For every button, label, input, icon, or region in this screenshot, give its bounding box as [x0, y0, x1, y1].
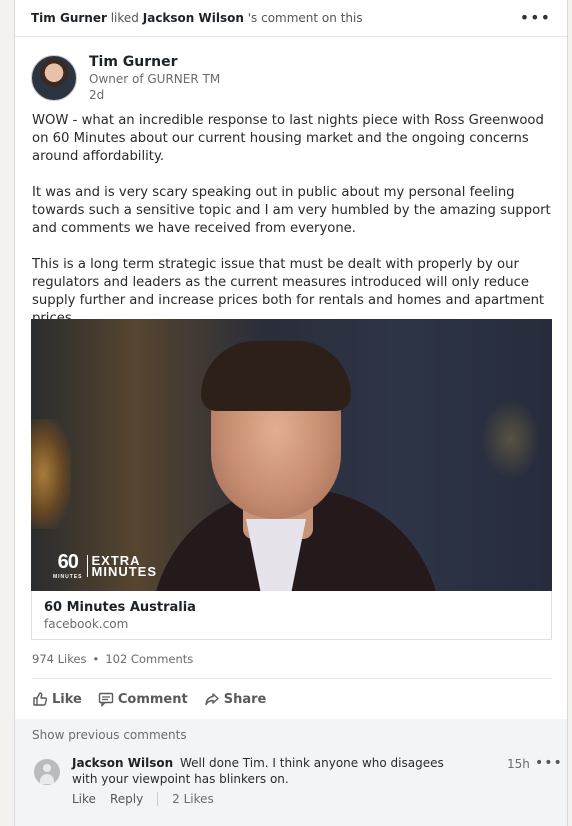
sixty-minutes-extra-logo: 60 MINUTES EXTRA MINUTES: [53, 551, 157, 580]
video-thumbnail[interactable]: 60 MINUTES EXTRA MINUTES: [31, 319, 552, 591]
share-label: Share: [223, 691, 267, 707]
post-timestamp: 2d: [89, 88, 105, 102]
share-icon: [205, 693, 219, 706]
divider: [32, 678, 552, 679]
commenter-avatar[interactable]: [34, 759, 60, 785]
post-paragraph: WOW - what an incredible response to las…: [32, 113, 544, 164]
link-domain: facebook.com: [44, 617, 129, 631]
author-headline: Owner of GURNER TM: [89, 72, 221, 86]
comment-item: Jackson Wilson Well done Tim. I think an…: [72, 755, 472, 787]
author-name[interactable]: Tim Gurner: [89, 53, 220, 71]
like-label: Like: [52, 691, 82, 707]
comment-icon: [98, 692, 114, 707]
more-options-icon[interactable]: •••: [520, 10, 551, 26]
person-icon: [43, 764, 51, 772]
social-actions: Like Comment Share: [32, 688, 266, 710]
activity-header: Tim Gurner liked Jackson Wilson 's comme…: [15, 0, 567, 37]
feed-card: Tim Gurner liked Jackson Wilson 's comme…: [14, 0, 568, 826]
divider: [157, 792, 159, 806]
comment-likes-count[interactable]: 2 Likes: [172, 792, 214, 806]
comment-button[interactable]: Comment: [98, 688, 188, 710]
link-title: 60 Minutes Australia: [44, 600, 196, 615]
likes-count[interactable]: 974 Likes: [32, 652, 87, 666]
comments-section: Show previous comments Jackson Wilson We…: [15, 719, 567, 826]
post-text: WOW - what an incredible response to las…: [32, 112, 554, 328]
comment-like-button[interactable]: Like: [72, 792, 96, 806]
activity-actor[interactable]: Tim Gurner: [31, 11, 107, 25]
more-options-icon[interactable]: •••: [535, 755, 563, 771]
comment-label: Comment: [117, 691, 188, 707]
comments-count[interactable]: 102 Comments: [105, 652, 193, 666]
like-button[interactable]: Like: [32, 688, 82, 710]
comment-author[interactable]: Jackson Wilson: [72, 756, 173, 770]
comment-reply-button[interactable]: Reply: [110, 792, 143, 806]
thumbs-up-icon: [33, 692, 48, 706]
activity-verb: liked: [110, 11, 139, 25]
social-counts: 974 Likes • 102 Comments: [32, 652, 193, 666]
activity-target[interactable]: Jackson Wilson: [143, 11, 244, 25]
separator-dot: •: [92, 652, 100, 666]
comment-actions: Like Reply 2 Likes: [72, 792, 214, 806]
comment-timestamp: 15h: [507, 757, 530, 771]
share-button[interactable]: Share: [204, 688, 267, 710]
author-avatar[interactable]: [31, 55, 77, 101]
show-previous-comments[interactable]: Show previous comments: [32, 728, 187, 742]
link-preview[interactable]: 60 Minutes Australia facebook.com: [31, 591, 552, 640]
post-paragraph: It was and is very scary speaking out in…: [32, 185, 551, 236]
post-paragraph: This is a long term strategic issue that…: [32, 257, 545, 326]
activity-suffix: 's comment on this: [247, 11, 363, 25]
